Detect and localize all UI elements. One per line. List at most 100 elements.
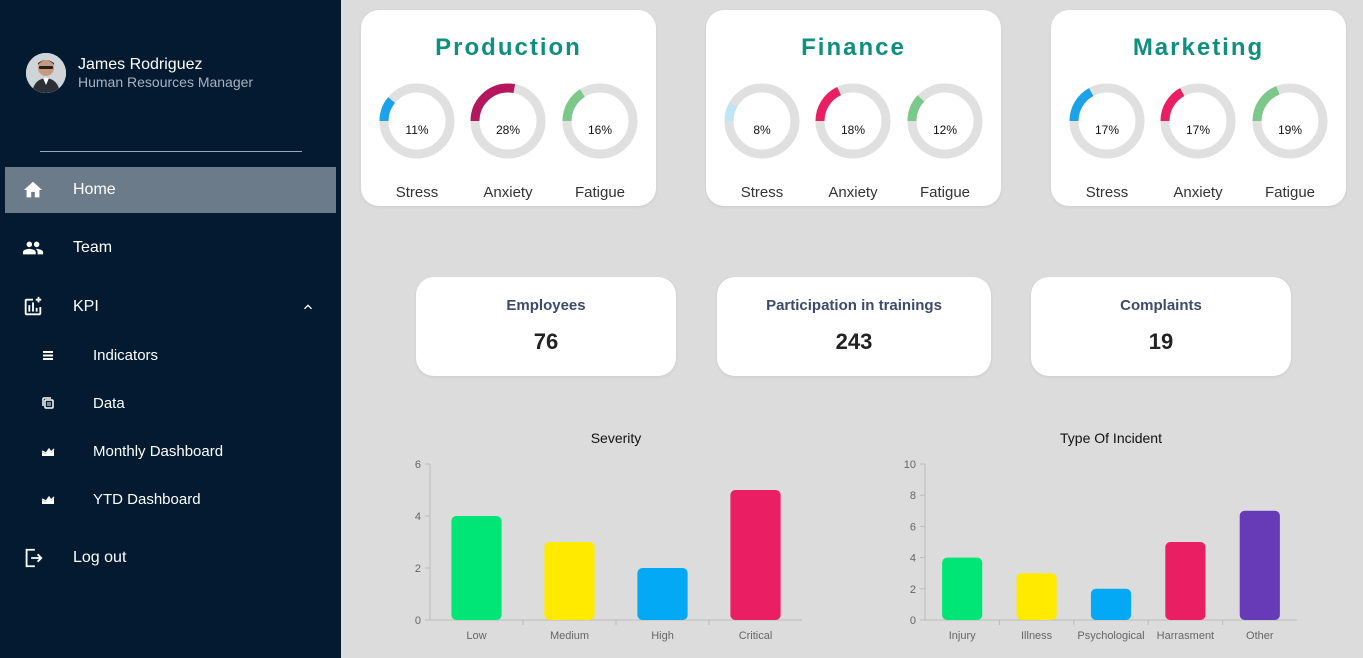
- gauge-label: Fatigue: [919, 184, 971, 201]
- gauge-anxiety: 17% Anxiety: [1159, 82, 1237, 202]
- severity-chart: Severity 0 2 4 6 Low Medium High Critical: [415, 430, 802, 642]
- bar-illness[interactable]: [1016, 573, 1057, 620]
- gauge-fatigue: 12% Fatigue: [906, 82, 984, 202]
- stat-label: Employees: [506, 297, 586, 314]
- gauge-fatigue: 19% Fatigue: [1251, 82, 1329, 202]
- sidebar-item-monthly-dashboard[interactable]: Monthly Dashboard: [5, 431, 336, 471]
- gauge-ring: [1069, 83, 1145, 159]
- department-title: Finance: [801, 34, 906, 61]
- gauge-anxiety: 28% Anxiety: [469, 82, 547, 202]
- x-tick-label: Injury: [949, 630, 976, 642]
- user-name: James Rodriguez: [78, 56, 203, 73]
- sidebar-item-label: Indicators: [93, 346, 159, 364]
- sidebar-item-label: Team: [73, 239, 113, 256]
- y-tick-label: 4: [415, 511, 421, 523]
- department-card-production: Production 11% Stress 28% Anxiety 16% Fa…: [361, 10, 656, 206]
- gauge-label: Anxiety: [483, 184, 533, 201]
- stat-card-trainings: Participation in trainings 243: [717, 277, 991, 376]
- bar-low[interactable]: [451, 516, 502, 620]
- sidebar-item-label: Log out: [73, 549, 127, 566]
- logout-icon: [22, 547, 44, 569]
- gauge-label: Fatigue: [1264, 184, 1316, 201]
- user-role: Human Resources Manager: [78, 74, 254, 90]
- chart-icon: [41, 492, 55, 506]
- gauge-fatigue: 16% Fatigue: [561, 82, 639, 202]
- gauge-track: [907, 83, 983, 159]
- gauge-label: Anxiety: [828, 184, 878, 201]
- y-tick-label: 6: [910, 521, 916, 533]
- gauge-label: Stress: [740, 184, 784, 201]
- bar-high[interactable]: [637, 568, 688, 620]
- bar-other[interactable]: [1239, 510, 1280, 620]
- bar-psychological[interactable]: [1090, 588, 1132, 620]
- gauge-track: [379, 83, 455, 159]
- sidebar-item-home[interactable]: Home: [5, 167, 336, 213]
- y-tick-label: 10: [904, 459, 916, 471]
- stat-value: 76: [533, 329, 559, 354]
- x-tick-label: High: [651, 630, 674, 642]
- sidebar-item-team[interactable]: Team: [5, 225, 336, 271]
- sidebar-item-logout[interactable]: Log out: [5, 535, 336, 581]
- gauge-percent: 17%: [1094, 123, 1120, 137]
- gauge-percent: 19%: [1277, 123, 1303, 137]
- incident-type-chart: Type Of Incident 0 2 4 6 8 10 Injury Illness Psyc…: [904, 430, 1297, 642]
- y-tick-label: 4: [910, 553, 916, 565]
- department-title: Marketing: [1132, 34, 1265, 61]
- data-icon: [41, 396, 55, 410]
- gauge-label: Anxiety: [1173, 184, 1223, 201]
- gauge-label: Stress: [395, 184, 439, 201]
- sidebar-item-indicators[interactable]: Indicators: [5, 335, 336, 375]
- gauge-stress: 11% Stress: [378, 82, 456, 202]
- gauge-percent: 8%: [753, 123, 771, 137]
- stat-card-employees: Employees 76: [416, 277, 676, 376]
- bar-injury[interactable]: [942, 557, 983, 620]
- gauge-ring: [562, 83, 638, 159]
- y-tick-label: 0: [415, 615, 421, 627]
- x-tick-label: Illness: [1021, 630, 1053, 642]
- gauge-ring: [815, 83, 891, 159]
- stat-label: Complaints: [1120, 297, 1202, 314]
- department-title: Production: [435, 34, 582, 61]
- sidebar-divider: [40, 151, 302, 152]
- gauge-percent: 12%: [932, 123, 958, 137]
- sidebar-item-label: Data: [93, 394, 125, 412]
- x-tick-label: Harrasment: [1157, 630, 1214, 642]
- stat-value: 19: [1148, 329, 1174, 354]
- gauge-label: Fatigue: [574, 184, 626, 201]
- gauge-ring: [1160, 83, 1236, 159]
- gauge-anxiety: 18% Anxiety: [814, 82, 892, 202]
- x-tick-label: Low: [466, 630, 486, 642]
- bar-medium[interactable]: [544, 542, 595, 620]
- chart-title: Type Of Incident: [1060, 430, 1162, 446]
- y-tick-label: 2: [910, 584, 916, 596]
- y-tick-label: 0: [910, 615, 916, 627]
- y-tick-label: 2: [415, 563, 421, 575]
- gauge-label: Stress: [1085, 184, 1129, 201]
- gauge-percent: 16%: [587, 123, 613, 137]
- gauge-track: [724, 83, 800, 159]
- x-tick-label: Medium: [550, 630, 589, 642]
- x-tick-label: Critical: [739, 630, 773, 642]
- gauge-stress: 17% Stress: [1068, 82, 1146, 202]
- sidebar-item-label: Home: [73, 181, 116, 198]
- stat-card-complaints: Complaints 19: [1031, 277, 1291, 376]
- avatar: [26, 53, 66, 93]
- chart-title: Severity: [591, 430, 642, 446]
- list-icon: [41, 348, 55, 362]
- sidebar-item-kpi[interactable]: KPI: [5, 284, 336, 330]
- gauge-stress: 8% Stress: [723, 82, 801, 202]
- sidebar-item-label: KPI: [73, 298, 99, 315]
- chevron-up-icon[interactable]: [300, 299, 316, 315]
- gauge-percent: 11%: [405, 123, 429, 137]
- sidebar-item-label: YTD Dashboard: [93, 490, 201, 508]
- user-profile: James Rodriguez Human Resources Manager: [26, 53, 253, 93]
- gauge-ring: [724, 83, 800, 159]
- gauge-ring: [379, 83, 455, 159]
- bar-critical[interactable]: [730, 490, 781, 620]
- analytics-icon: [22, 296, 44, 318]
- gauge-ring: [907, 83, 983, 159]
- stat-value: 243: [835, 329, 873, 354]
- sidebar-item-ytd-dashboard[interactable]: YTD Dashboard: [5, 479, 336, 519]
- sidebar-item-data[interactable]: Data: [5, 383, 336, 423]
- bar-harrasment[interactable]: [1165, 542, 1206, 620]
